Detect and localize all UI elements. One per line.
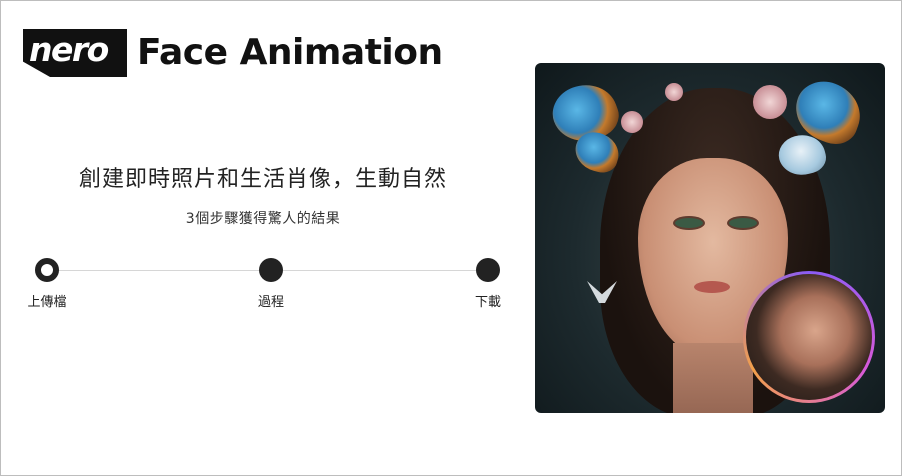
- hair-flower: [621, 111, 643, 133]
- progress-stepper: 上傳檔 過程 下載: [1, 257, 525, 317]
- nero-logo-badge: nero: [23, 29, 127, 77]
- inset-portrait: [743, 271, 875, 403]
- product-name: Face Animation: [137, 32, 443, 73]
- step-2-label: 過程: [257, 295, 285, 310]
- page-frame: nero Face Animation 創建即時照片和生活肖像，生動自然 3個步…: [0, 0, 902, 476]
- portrait-lips: [694, 281, 730, 293]
- hero-subheadline: 3個步驟獲得驚人的結果: [185, 211, 341, 227]
- hero-headline: 創建即時照片和生活肖像，生動自然: [78, 167, 447, 192]
- hair-flower: [753, 85, 787, 119]
- step-3-label: 下載: [474, 295, 502, 310]
- hair-flower: [665, 83, 683, 101]
- portrait-eye-left: [675, 218, 703, 228]
- step-connector: [59, 270, 259, 271]
- portrait-neck: [673, 343, 753, 413]
- portrait-artwork: [535, 63, 885, 413]
- brand-logo: nero Face Animation: [23, 29, 443, 77]
- portrait-eye-right: [729, 218, 757, 228]
- nero-logo-text: nero: [29, 30, 109, 69]
- step-1-label: 上傳檔: [27, 295, 67, 310]
- inset-portrait-photo: [746, 274, 872, 400]
- step-3-indicator: [476, 258, 500, 282]
- step-connector: [283, 270, 476, 271]
- step-1-indicator: [35, 258, 59, 282]
- step-2-indicator: [259, 258, 283, 282]
